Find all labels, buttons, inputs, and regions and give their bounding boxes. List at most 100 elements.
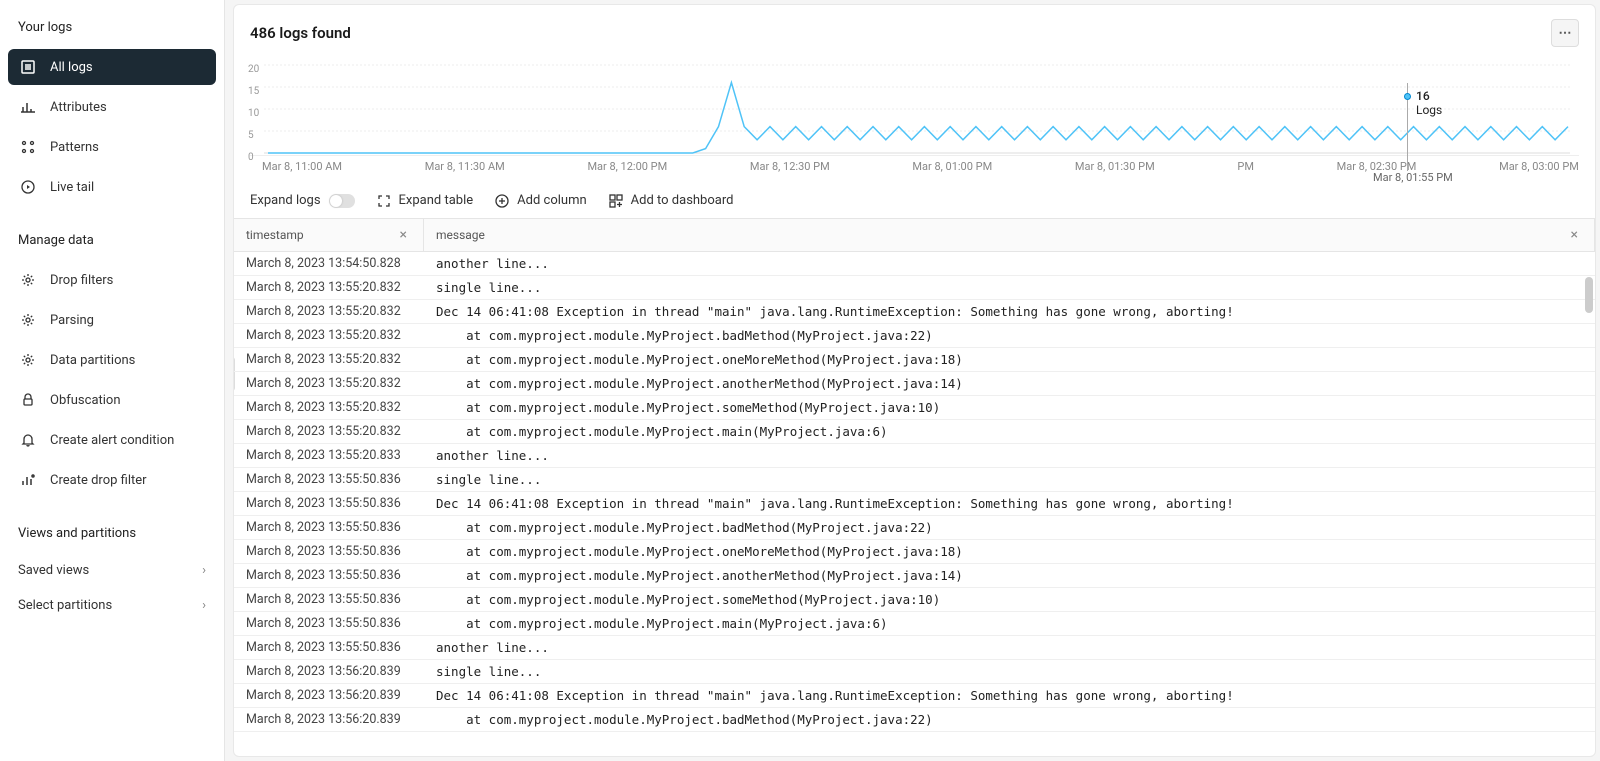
close-icon[interactable]: × xyxy=(396,227,411,243)
table-row[interactable]: March 8, 2023 13:55:20.832single line... xyxy=(234,276,1595,300)
table-row[interactable]: March 8, 2023 13:55:50.836 at com.myproj… xyxy=(234,588,1595,612)
sidebar: Your logs All logs Attributes Patterns L… xyxy=(0,0,225,761)
sidebar-item-all-logs[interactable]: All logs xyxy=(8,49,216,85)
sidebar-item-patterns[interactable]: Patterns xyxy=(8,129,216,165)
table-row[interactable]: March 8, 2023 13:54:50.828another line..… xyxy=(234,252,1595,276)
logs-found-count: 486 logs found xyxy=(250,24,351,42)
main-panel: ‹ 486 logs found ⋯ 20 15 10 5 0 xyxy=(233,4,1596,757)
filter-bars-icon xyxy=(20,472,36,488)
lock-icon xyxy=(20,392,36,408)
sidebar-item-drop-filters[interactable]: Drop filters xyxy=(8,262,216,298)
row-message: Dec 14 06:41:08 Exception in thread "mai… xyxy=(424,300,1595,323)
row-timestamp: March 8, 2023 13:55:50.836 xyxy=(234,468,424,491)
bar-chart-icon xyxy=(20,99,36,115)
sidebar-item-live-tail[interactable]: Live tail xyxy=(8,169,216,205)
table-row[interactable]: March 8, 2023 13:55:20.832 at com.myproj… xyxy=(234,324,1595,348)
sidebar-item-label: Live tail xyxy=(50,180,94,195)
row-message: at com.myproject.module.MyProject.someMe… xyxy=(424,396,1595,419)
table-row[interactable]: March 8, 2023 13:55:50.836Dec 14 06:41:0… xyxy=(234,492,1595,516)
row-message: another line... xyxy=(424,252,1595,275)
sidebar-item-label: Create alert condition xyxy=(50,433,174,448)
gear-icon xyxy=(20,312,36,328)
row-timestamp: March 8, 2023 13:55:50.836 xyxy=(234,492,424,515)
row-timestamp: March 8, 2023 13:54:50.828 xyxy=(234,252,424,275)
log-volume-chart[interactable]: Mar 8, 11:00 AM Mar 8, 11:30 AM Mar 8, 1… xyxy=(234,53,1595,183)
scrollbar-thumb[interactable] xyxy=(1585,277,1593,313)
table-row[interactable]: March 8, 2023 13:55:20.832 at com.myproj… xyxy=(234,372,1595,396)
more-button[interactable]: ⋯ xyxy=(1551,19,1579,47)
row-timestamp: March 8, 2023 13:55:50.836 xyxy=(234,636,424,659)
row-timestamp: March 8, 2023 13:55:50.836 xyxy=(234,564,424,587)
sidebar-item-attributes[interactable]: Attributes xyxy=(8,89,216,125)
sidebar-item-label: Drop filters xyxy=(50,273,113,288)
row-message: single line... xyxy=(424,468,1595,491)
chart-y-axis-ticks: 20 15 10 5 0 xyxy=(248,65,259,175)
add-column-button[interactable]: Add column xyxy=(495,193,587,208)
chevron-right-icon: › xyxy=(202,563,206,578)
views-item-label: Saved views xyxy=(18,563,89,578)
views-item-saved-views[interactable]: Saved views › xyxy=(8,555,216,586)
list-icon xyxy=(20,59,36,75)
sidebar-item-label: Parsing xyxy=(50,313,94,328)
chevron-right-icon: › xyxy=(202,598,206,613)
row-timestamp: March 8, 2023 13:56:20.839 xyxy=(234,708,424,731)
table-row[interactable]: March 8, 2023 13:55:20.832 at com.myproj… xyxy=(234,396,1595,420)
sidebar-item-obfuscation[interactable]: Obfuscation xyxy=(8,382,216,418)
sidebar-item-parsing[interactable]: Parsing xyxy=(8,302,216,338)
column-header-message[interactable]: message × xyxy=(424,219,1595,251)
row-timestamp: March 8, 2023 13:55:20.832 xyxy=(234,348,424,371)
row-timestamp: March 8, 2023 13:55:50.836 xyxy=(234,588,424,611)
table-row[interactable]: March 8, 2023 13:55:50.836another line..… xyxy=(234,636,1595,660)
bell-icon xyxy=(20,432,36,448)
views-item-label: Select partitions xyxy=(18,598,112,613)
row-timestamp: March 8, 2023 13:55:20.832 xyxy=(234,396,424,419)
log-table-body[interactable]: March 8, 2023 13:54:50.828another line..… xyxy=(234,252,1595,756)
add-to-dashboard-button[interactable]: Add to dashboard xyxy=(609,193,734,208)
row-message: at com.myproject.module.MyProject.someMe… xyxy=(424,588,1595,611)
sidebar-item-create-drop-filter[interactable]: Create drop filter xyxy=(8,462,216,498)
row-message: at com.myproject.module.MyProject.oneMor… xyxy=(424,348,1595,371)
table-row[interactable]: March 8, 2023 13:55:50.836 at com.myproj… xyxy=(234,516,1595,540)
row-message: at com.myproject.module.MyProject.badMet… xyxy=(424,324,1595,347)
row-message: at com.myproject.module.MyProject.badMet… xyxy=(424,708,1595,731)
table-row[interactable]: March 8, 2023 13:55:20.833another line..… xyxy=(234,444,1595,468)
row-message: at com.myproject.module.MyProject.badMet… xyxy=(424,516,1595,539)
table-row[interactable]: March 8, 2023 13:55:50.836 at com.myproj… xyxy=(234,564,1595,588)
table-row[interactable]: March 8, 2023 13:56:20.839Dec 14 06:41:0… xyxy=(234,684,1595,708)
row-message: another line... xyxy=(424,636,1595,659)
expand-icon xyxy=(377,194,391,208)
logs-toolbar: Expand logs Expand table Add column Ad xyxy=(234,183,1595,218)
row-timestamp: March 8, 2023 13:56:20.839 xyxy=(234,684,424,707)
views-item-select-partitions[interactable]: Select partitions › xyxy=(8,590,216,621)
expand-logs-toggle[interactable]: Expand logs xyxy=(250,193,355,208)
table-row[interactable]: March 8, 2023 13:56:20.839 at com.myproj… xyxy=(234,708,1595,732)
row-message: at com.myproject.module.MyProject.oneMor… xyxy=(424,540,1595,563)
chart-svg xyxy=(250,57,1570,157)
row-timestamp: March 8, 2023 13:55:20.832 xyxy=(234,372,424,395)
expand-table-button[interactable]: Expand table xyxy=(377,193,474,208)
close-icon[interactable]: × xyxy=(1567,227,1582,243)
sidebar-item-label: Create drop filter xyxy=(50,473,147,488)
table-row[interactable]: March 8, 2023 13:55:20.832Dec 14 06:41:0… xyxy=(234,300,1595,324)
row-timestamp: March 8, 2023 13:55:20.832 xyxy=(234,276,424,299)
table-row[interactable]: March 8, 2023 13:55:50.836single line... xyxy=(234,468,1595,492)
column-header-timestamp[interactable]: timestamp × xyxy=(234,219,424,251)
row-message: at com.myproject.module.MyProject.main(M… xyxy=(424,420,1595,443)
row-message: Dec 14 06:41:08 Exception in thread "mai… xyxy=(424,492,1595,515)
row-timestamp: March 8, 2023 13:55:20.832 xyxy=(234,300,424,323)
sidebar-item-label: All logs xyxy=(50,60,93,75)
log-table-header: timestamp × message × xyxy=(234,218,1595,252)
sidebar-item-create-alert[interactable]: Create alert condition xyxy=(8,422,216,458)
plus-circle-icon xyxy=(495,194,509,208)
chart-hover-x-label: Mar 8, 01:55 PM xyxy=(1369,171,1457,184)
sidebar-item-data-partitions[interactable]: Data partitions xyxy=(8,342,216,378)
table-row[interactable]: March 8, 2023 13:55:20.832 at com.myproj… xyxy=(234,420,1595,444)
row-timestamp: March 8, 2023 13:55:20.832 xyxy=(234,420,424,443)
sidebar-section-your-logs: Your logs xyxy=(8,14,216,45)
table-row[interactable]: March 8, 2023 13:55:20.832 at com.myproj… xyxy=(234,348,1595,372)
row-message: single line... xyxy=(424,660,1595,683)
table-row[interactable]: March 8, 2023 13:55:50.836 at com.myproj… xyxy=(234,540,1595,564)
table-row[interactable]: March 8, 2023 13:56:20.839single line... xyxy=(234,660,1595,684)
row-message: at com.myproject.module.MyProject.main(M… xyxy=(424,612,1595,635)
table-row[interactable]: March 8, 2023 13:55:50.836 at com.myproj… xyxy=(234,612,1595,636)
